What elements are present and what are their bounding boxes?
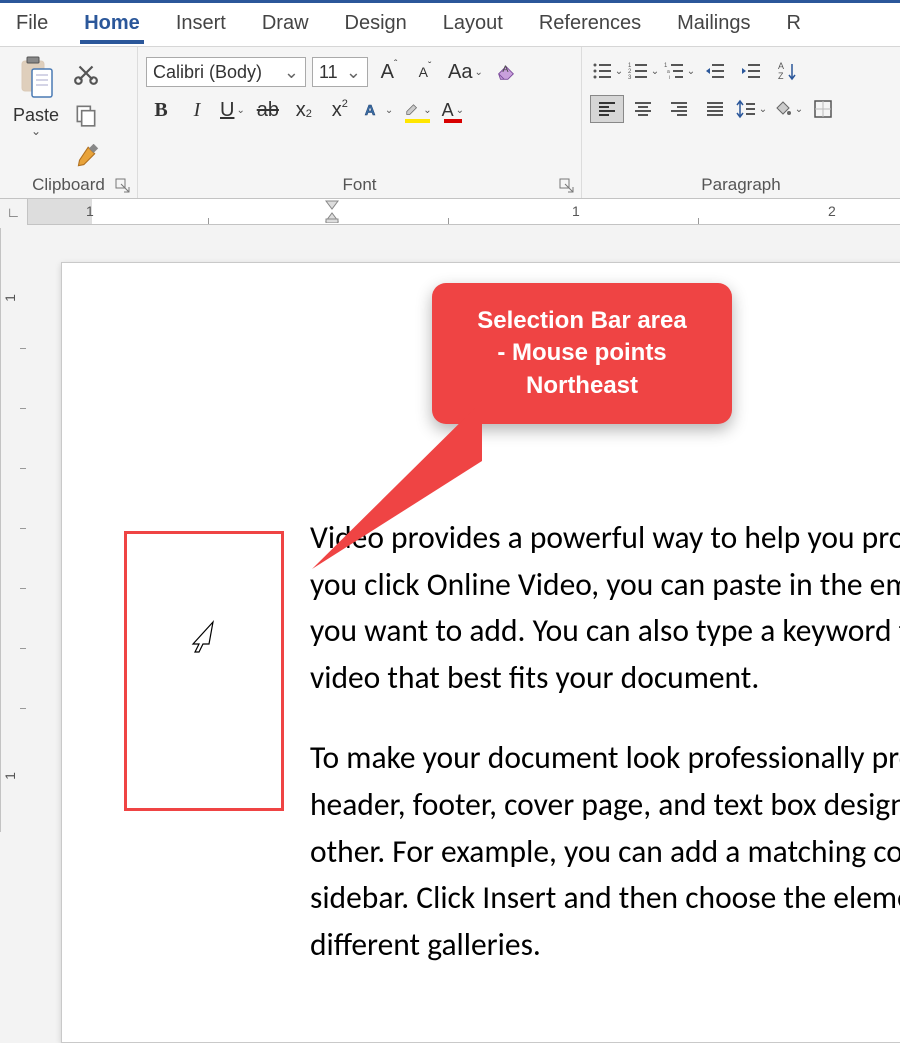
svg-text:i: i (669, 75, 670, 81)
svg-text:3: 3 (628, 75, 632, 81)
svg-text:A: A (365, 102, 376, 119)
scissors-icon (73, 60, 99, 86)
copy-icon (73, 102, 99, 128)
tab-references[interactable]: References (535, 6, 645, 43)
document-paragraph[interactable]: To make your document look professionall… (310, 735, 900, 968)
increase-indent-button[interactable] (734, 57, 768, 85)
group-label-font: Font (342, 175, 376, 195)
numbering-button[interactable]: 123⌄ (626, 57, 660, 85)
annotation-callout: Selection Bar area - Mouse points Northe… (432, 283, 732, 424)
borders-icon (812, 98, 834, 120)
align-right-button[interactable] (662, 95, 696, 123)
font-color-button[interactable]: A ⌄ (440, 95, 466, 125)
chevron-down-icon: ⌄ (278, 62, 299, 83)
tab-design[interactable]: Design (341, 6, 411, 43)
tab-insert[interactable]: Insert (172, 6, 230, 43)
bold-button[interactable]: B (146, 95, 176, 125)
tab-home[interactable]: Home (80, 6, 144, 43)
tab-layout[interactable]: Layout (439, 6, 507, 43)
justify-icon (704, 98, 726, 120)
svg-text:A: A (502, 64, 509, 74)
clipboard-dialog-launcher[interactable] (115, 178, 131, 194)
outdent-icon (704, 60, 726, 82)
paintbrush-icon (73, 144, 99, 170)
font-name-value: Calibri (Body) (153, 62, 262, 83)
ruler-h-num: 2 (828, 203, 836, 219)
align-right-icon (668, 98, 690, 120)
ruler-h-num: 1 (572, 203, 580, 219)
callout-tail-icon (312, 401, 512, 571)
grow-font-button[interactable]: Aˆ (374, 57, 404, 87)
indent-icon (740, 60, 762, 82)
callout-line1: Selection Bar area (450, 305, 714, 337)
group-paragraph: ⌄ 123⌄ 1ai⌄ AZ (582, 47, 900, 198)
bullets-icon (591, 60, 613, 82)
group-clipboard: Paste ⌄ Clipboard (0, 47, 138, 198)
chevron-down-icon: ⌄ (340, 62, 361, 83)
line-spacing-button[interactable]: ⌄ (734, 95, 768, 123)
subscript-button[interactable]: x2 (289, 95, 319, 125)
cursor-northeast-icon (189, 620, 219, 654)
svg-text:A: A (778, 61, 784, 71)
borders-button[interactable] (806, 95, 840, 123)
bullets-button[interactable]: ⌄ (590, 57, 624, 85)
svg-text:Z: Z (778, 71, 784, 81)
ribbon: Paste ⌄ Clipboard (0, 47, 900, 199)
tab-file[interactable]: File (12, 6, 52, 43)
decrease-indent-button[interactable] (698, 57, 732, 85)
line-spacing-icon (735, 98, 757, 120)
multilevel-list-button[interactable]: 1ai⌄ (662, 57, 696, 85)
numbering-icon: 123 (627, 60, 649, 82)
text-effects-button[interactable]: A⌄ (361, 95, 395, 125)
superscript-button[interactable]: x2 (325, 95, 355, 125)
text-effects-icon: A (363, 100, 383, 120)
paste-button[interactable]: Paste ⌄ (8, 53, 64, 173)
copy-button[interactable] (70, 99, 102, 131)
callout-line3: Northeast (450, 370, 714, 402)
highlight-button[interactable]: ⌄ (401, 95, 433, 125)
eraser-icon: A (495, 61, 517, 83)
tab-review-partial[interactable]: R (782, 6, 804, 43)
paste-label: Paste (13, 105, 59, 126)
font-size-combo[interactable]: 11 ⌄ (312, 57, 368, 87)
callout-line2: - Mouse points (450, 337, 714, 369)
font-dialog-launcher[interactable] (559, 178, 575, 194)
menu-tabs: File Home Insert Draw Design Layout Refe… (0, 3, 900, 47)
tab-draw[interactable]: Draw (258, 6, 313, 43)
ruler-horizontal[interactable]: ∟ 1 1 2 (0, 199, 900, 225)
group-label-paragraph: Paragraph (701, 175, 780, 195)
align-center-button[interactable] (626, 95, 660, 123)
underline-button[interactable]: U⌄ (218, 95, 247, 125)
shrink-font-button[interactable]: Aˇ (410, 57, 440, 87)
ruler-h-num: 1 (86, 203, 94, 219)
multilevel-icon: 1ai (663, 60, 685, 82)
align-left-button[interactable] (590, 95, 624, 123)
strikethrough-button[interactable]: ab (253, 95, 283, 125)
shading-button[interactable]: ⌄ (770, 95, 804, 123)
annotation-selection-bar-box (124, 531, 284, 811)
align-center-icon (632, 98, 654, 120)
font-name-combo[interactable]: Calibri (Body) ⌄ (146, 57, 306, 87)
indent-marker[interactable] (324, 199, 340, 224)
sort-icon: AZ (776, 60, 798, 82)
tab-mailings[interactable]: Mailings (673, 6, 754, 43)
sort-button[interactable]: AZ (770, 57, 804, 85)
justify-button[interactable] (698, 95, 732, 123)
font-size-value: 11 (319, 62, 338, 83)
group-font: Calibri (Body) ⌄ 11 ⌄ Aˆ Aˇ Aa⌄ A (138, 47, 582, 198)
align-left-icon (596, 98, 618, 120)
paste-icon (16, 55, 56, 103)
paint-bucket-icon (771, 98, 793, 120)
highlighter-icon (403, 101, 421, 119)
cut-button[interactable] (70, 57, 102, 89)
change-case-button[interactable]: Aa⌄ (446, 57, 485, 87)
italic-button[interactable]: I (182, 95, 212, 125)
format-painter-button[interactable] (70, 141, 102, 173)
chevron-down-icon[interactable]: ⌄ (31, 124, 41, 138)
group-label-clipboard: Clipboard (32, 175, 105, 195)
clear-formatting-button[interactable]: A (491, 57, 521, 87)
tab-selector[interactable]: ∟ (0, 199, 28, 225)
